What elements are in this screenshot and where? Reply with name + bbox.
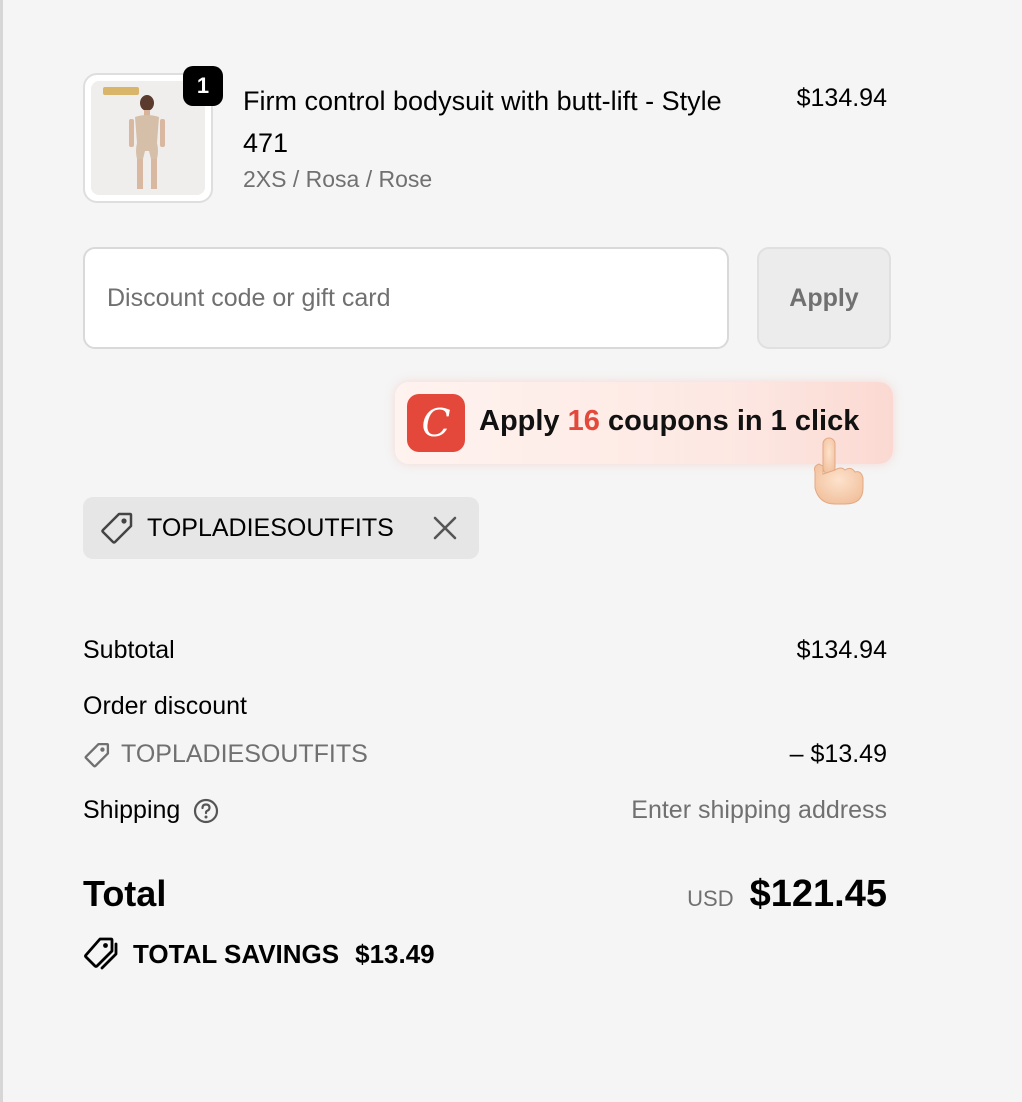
total-savings-label: TOTAL SAVINGS (133, 938, 340, 969)
order-discount-label: Order discount (83, 692, 247, 720)
tags-icon (84, 937, 118, 970)
product-price: $134.94 (796, 84, 887, 112)
total-value: USD $121.45 (687, 873, 887, 916)
total-label: Total (83, 873, 167, 914)
coupon-text-after: coupons in 1 click (599, 405, 860, 437)
applied-discount-code: TOPLADIESOUTFITS (147, 513, 394, 542)
tag-icon (101, 512, 133, 544)
close-icon (433, 516, 457, 540)
order-summary-panel: 1 Firm control bodysuit with butt-lift -… (0, 0, 1022, 1102)
coupon-text-before: Apply (479, 405, 568, 437)
subtotal-label: Subtotal (83, 636, 175, 664)
question-circle-icon[interactable] (192, 797, 220, 825)
apply-discount-button[interactable]: Apply (757, 247, 891, 349)
shipping-row-label: Shipping (83, 796, 220, 825)
applied-discount-tag: TOPLADIESOUTFITS (83, 497, 479, 559)
coupon-count: 16 (567, 405, 600, 437)
pointing-hand-icon (803, 436, 873, 506)
total-currency: USD (687, 886, 734, 911)
total-savings-amount: $13.49 (355, 938, 435, 969)
tag-icon (84, 742, 110, 767)
total-amount: $121.45 (749, 873, 887, 915)
coupon-banner-text: Apply 16 coupons in 1 click (479, 405, 859, 438)
coupon-app-logo: C (407, 394, 465, 452)
shipping-value: Enter shipping address (631, 796, 887, 824)
remove-discount-button[interactable] (419, 502, 471, 554)
order-discount-code-line: TOPLADIESOUTFITS (83, 740, 368, 769)
discount-code-input[interactable] (83, 247, 729, 349)
product-variant: 2XS / Rosa / Rose (243, 166, 433, 192)
quantity-badge: 1 (183, 66, 223, 106)
product-title: Firm control bodysuit with butt-lift - S… (243, 86, 722, 158)
shipping-label: Shipping (83, 796, 181, 824)
order-discount-value: – $13.49 (789, 740, 887, 768)
total-savings: TOTAL SAVINGS $13.49 (83, 936, 435, 972)
order-discount-code: TOPLADIESOUTFITS (121, 740, 368, 768)
subtotal-value: $134.94 (796, 636, 887, 664)
